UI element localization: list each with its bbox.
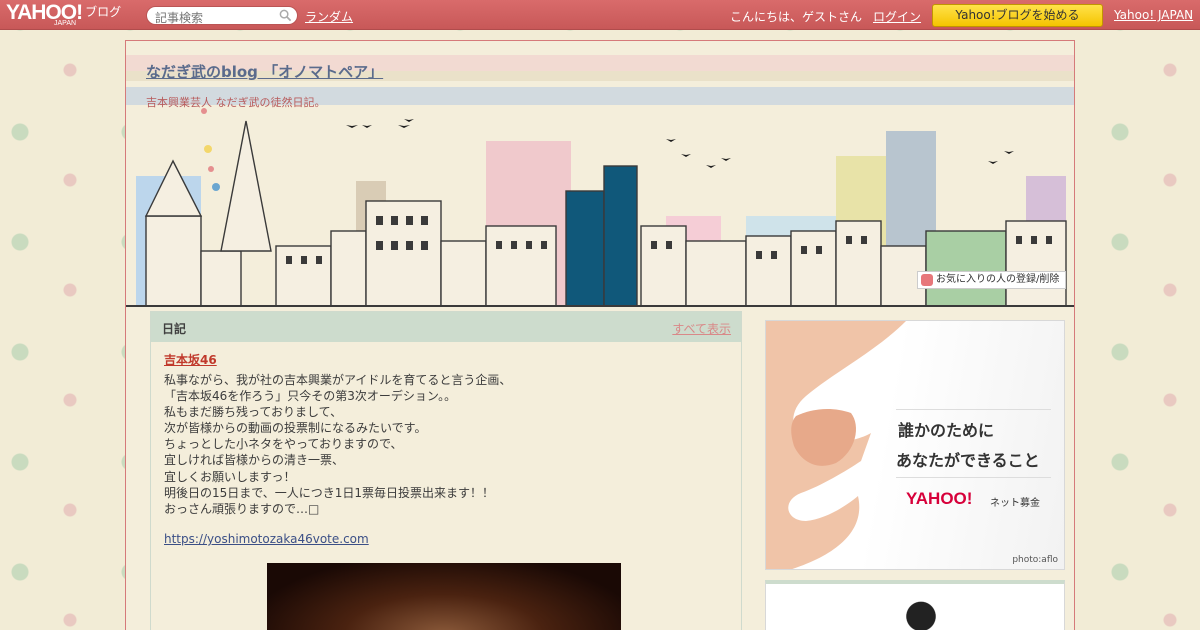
ad-divider: [896, 477, 1051, 478]
ad-divider: [896, 409, 1051, 410]
entry-body: 私事ながら、我が社の吉本興業がアイドルを育てると言う企画、 「吉本坂46を作ろう…: [164, 372, 724, 517]
handshake-illustration: [766, 321, 906, 569]
login-link[interactable]: ログイン: [873, 8, 921, 25]
entry-photo[interactable]: [267, 563, 621, 630]
entry-line: 私事ながら、我が社の吉本興業がアイドルを育てると言う企画、: [164, 373, 512, 387]
entry-line: 次が皆様からの動画の投票制になるみたいです。: [164, 421, 427, 436]
show-all-link[interactable]: すべて表示: [672, 320, 731, 337]
logo-sub-text: JAPAN: [54, 20, 77, 27]
random-link[interactable]: ランダム: [305, 8, 353, 25]
yahoo-japan-link[interactable]: Yahoo! JAPAN: [1114, 8, 1193, 22]
ad-yahoo-logo: YAHOO!: [906, 489, 973, 508]
diary-panel: 日記 すべて表示 吉本坂46 私事ながら、我が社の吉本興業がアイドルを育てると言…: [150, 311, 742, 630]
global-header: YAHOO! JAPAN ブログ ランダム こんにちは、ゲストさん ログイン Y…: [0, 0, 1200, 30]
entry-line: 宜しければ皆様からの清き一票、: [164, 453, 345, 468]
blog-description: 吉本興業芸人 なだぎ武の徒然日記。: [146, 96, 326, 109]
blog-banner: なだぎ武のblog 「オノマトペア」 吉本興業芸人 なだぎ武の徒然日記。: [126, 41, 1074, 309]
search-input[interactable]: [155, 9, 280, 27]
panel-title: 日記: [162, 322, 187, 336]
blog-title-link[interactable]: なだぎ武のblog 「オノマトペア」: [146, 61, 383, 82]
search-icon[interactable]: [279, 9, 292, 22]
vote-url-link[interactable]: https://yoshimotozaka46vote.com: [164, 532, 369, 546]
ad-photo-credit: photo:aflo: [1012, 555, 1058, 565]
ad-headline-1: 誰かのために: [898, 421, 995, 440]
entry-line: ちょっとした小ネタをやっておりますので、: [164, 437, 403, 452]
ad-headline-2: あなたができること: [896, 451, 1040, 470]
favorite-register-button[interactable]: お気に入りの人の登録/削除: [917, 271, 1067, 289]
search-box: [146, 6, 298, 27]
entry-line: 宜しくお願いしますっ！: [164, 469, 296, 484]
entry-line: おっさん頑張りますので…□: [164, 501, 320, 516]
greeting-text: こんにちは、ゲストさん: [730, 10, 863, 24]
heart-icon: [921, 274, 933, 286]
favorite-register-label: お気に入りの人の登録/削除: [936, 274, 1060, 285]
start-blog-button[interactable]: Yahoo!ブログを始める: [932, 4, 1103, 27]
yahoo-blog-logo[interactable]: YAHOO! JAPAN ブログ: [6, 2, 122, 27]
sidebar-profile-box[interactable]: [765, 580, 1065, 630]
profile-image[interactable]: [898, 598, 944, 630]
entry-line: 私もまだ勝ち残っておりまして、: [164, 405, 343, 420]
logo-blog-text: ブログ: [85, 5, 122, 19]
ad-logo-sub: ネット募金: [990, 498, 1040, 509]
panel-header: 日記 すべて表示: [151, 312, 741, 342]
entry-line: 「吉本坂46を作ろう」只今その第3次オーデション。。: [164, 389, 457, 404]
donation-ad-banner[interactable]: 誰かのために あなたができること YAHOO! ネット募金 photo:aflo: [765, 320, 1065, 570]
entry-line: 明後日の15日まで、一人につき1日1票毎日投票出来ます！！: [164, 485, 495, 500]
entry-title-link[interactable]: 吉本坂46: [164, 351, 217, 368]
